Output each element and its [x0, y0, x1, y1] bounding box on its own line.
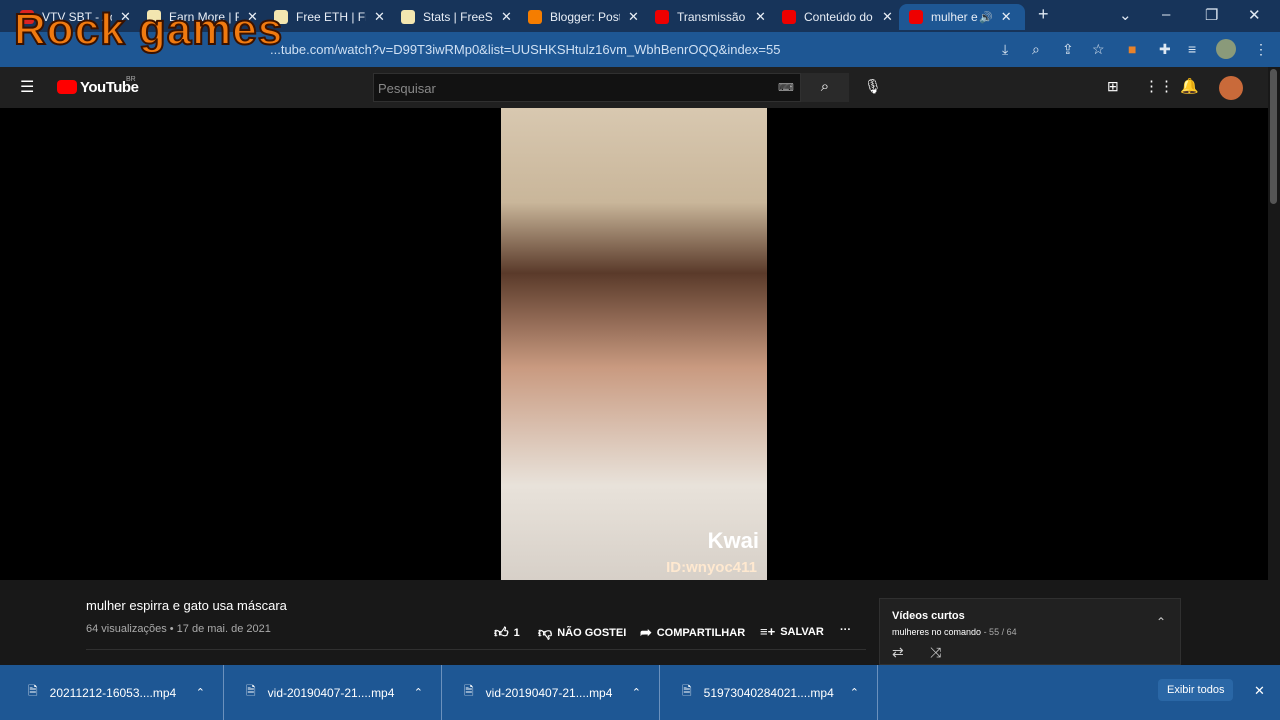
file-icon: 🗎	[464, 684, 474, 698]
tab-search-icon[interactable]: ⌄	[1119, 6, 1132, 24]
tab-title: Free ETH | Fr	[296, 10, 366, 24]
dislike-button[interactable]: 👎︎ NÃO GOSTEI	[538, 624, 626, 641]
download-item[interactable]: 🗎 51973040284021....mp4 ⌃	[660, 665, 878, 720]
minimize-button[interactable]: –	[1162, 6, 1170, 23]
file-icon: 🗎	[246, 684, 256, 698]
save-label: SALVAR	[780, 625, 824, 638]
more-actions-button[interactable]: ···	[840, 624, 851, 636]
tab-blogger[interactable]: Blogger: Post ✕	[518, 4, 639, 30]
download-filename: vid-20190407-21....mp4	[485, 685, 613, 700]
like-count: 1	[513, 626, 520, 639]
video-frame: Kwai ID:wnyoc411	[501, 108, 767, 580]
youtube-favicon-icon	[655, 10, 669, 24]
chevron-up-icon[interactable]: ⌃	[414, 686, 423, 699]
youtube-favicon-icon	[909, 10, 923, 24]
tab-title: Stats | FreeSh	[423, 10, 493, 24]
search-button[interactable]: ⌕	[801, 73, 849, 102]
chevron-up-icon[interactable]: ⌃	[196, 686, 205, 699]
tab-conteudo[interactable]: Conteúdo do ✕	[772, 4, 893, 30]
playlist-channel[interactable]: mulheres no comando	[892, 627, 981, 637]
like-button[interactable]: 👍︎ 1	[494, 624, 520, 641]
tab-stats[interactable]: Stats | FreeSh ✕	[391, 4, 512, 30]
share-icon[interactable]: ⇪	[1062, 41, 1074, 58]
region-label: BR	[126, 76, 136, 83]
download-item[interactable]: 🗎 vid-20190407-21....mp4 ⌃	[224, 665, 442, 720]
kwai-watermark: Kwai	[707, 528, 759, 553]
close-tab-icon[interactable]: ✕	[1001, 9, 1012, 25]
video-player[interactable]: Kwai ID:wnyoc411	[0, 108, 1268, 580]
thumbs-down-icon: 👎︎	[538, 624, 553, 640]
metamask-extension-icon[interactable]: ■	[1128, 41, 1136, 57]
reading-list-icon[interactable]: ≡	[1188, 41, 1196, 57]
notifications-bell-icon[interactable]: 🔔	[1180, 77, 1199, 95]
download-filename: 20211212-16053....mp4	[49, 685, 177, 700]
shuffle-icon[interactable]: ⤨	[930, 644, 941, 661]
create-video-icon[interactable]: ⊞	[1107, 78, 1119, 95]
kwai-id: ID:wnyoc411	[666, 559, 757, 576]
playlist-title[interactable]: Vídeos curtos	[892, 610, 965, 622]
search-input[interactable]: Pesquisar	[373, 73, 801, 102]
tab-title: Blogger: Post	[550, 10, 620, 24]
collapse-chevron-up-icon[interactable]: ⌃	[1156, 615, 1166, 629]
save-button[interactable]: ≡+ SALVAR	[760, 624, 824, 639]
downloads-bar: 🗎 20211212-16053....mp4 ⌃ 🗎 vid-20190407-21…	[0, 665, 1280, 720]
loop-icon[interactable]: ⇄	[892, 644, 904, 661]
install-icon[interactable]: ⤓	[1002, 41, 1008, 58]
dislike-label: NÃO GOSTEI	[557, 626, 627, 639]
youtube-favicon-icon	[782, 10, 796, 24]
playlist-panel: Vídeos curtos mulheres no comando - 55 /…	[879, 598, 1181, 665]
close-tab-icon[interactable]: ✕	[374, 9, 385, 25]
close-tab-icon[interactable]: ✕	[755, 9, 766, 25]
file-icon: 🗎	[28, 684, 38, 698]
download-item[interactable]: 🗎 20211212-16053....mp4 ⌃	[6, 665, 224, 720]
microphone-icon[interactable]: 🎙	[864, 78, 882, 95]
chevron-up-icon[interactable]: ⌃	[632, 686, 641, 699]
page-scrollbar[interactable]	[1268, 67, 1280, 665]
chevron-up-icon[interactable]: ⌃	[850, 686, 859, 699]
add-to-playlist-icon: ≡+	[760, 624, 776, 639]
video-meta: 64 visualizações • 17 de mai. de 2021	[86, 623, 271, 635]
download-item[interactable]: 🗎 vid-20190407-21....mp4 ⌃	[442, 665, 660, 720]
youtube-header: ☰ YouTube BR Pesquisar ⌨ ⌕ 🎙 ⊞ ⋮⋮ 🔔	[0, 67, 1268, 108]
divider	[86, 649, 866, 650]
share-button[interactable]: ➦ COMPARTILHAR	[640, 624, 745, 641]
search-icon: ⌕	[820, 78, 830, 95]
favicon-icon	[401, 10, 415, 24]
profile-avatar[interactable]	[1216, 39, 1236, 59]
tab-title: Transmissão	[677, 10, 746, 24]
download-filename: 51973040284021....mp4	[703, 685, 834, 700]
keyboard-icon[interactable]: ⌨	[778, 81, 794, 94]
tab-transmissao[interactable]: Transmissão ✕	[645, 4, 766, 30]
new-tab-button[interactable]: +	[1038, 4, 1049, 25]
share-label: COMPARTILHAR	[656, 626, 746, 639]
favicon-icon	[528, 10, 542, 24]
audio-playing-icon[interactable]: 🔊	[979, 11, 993, 24]
show-all-downloads-button[interactable]: Exibir todos	[1158, 679, 1234, 701]
account-avatar[interactable]	[1219, 76, 1243, 100]
rock-games-watermark-logo: Rock games	[13, 5, 284, 54]
download-filename: vid-20190407-21....mp4	[267, 685, 395, 700]
tab-title: mulher e	[931, 10, 978, 24]
youtube-logo-icon[interactable]	[57, 80, 77, 94]
zoom-icon[interactable]: ⌕	[1032, 41, 1040, 58]
close-downloads-bar-icon[interactable]: ✕	[1254, 683, 1265, 699]
share-arrow-icon: ➦	[640, 624, 652, 640]
close-tab-icon[interactable]: ✕	[882, 9, 893, 25]
hamburger-menu-icon[interactable]: ☰	[20, 77, 34, 97]
close-tab-icon[interactable]: ✕	[628, 9, 639, 25]
menu-kebab-icon[interactable]: ⋮	[1254, 41, 1268, 58]
video-title: mulher espirra e gato usa máscara	[86, 598, 287, 613]
close-window-button[interactable]: ✕	[1248, 6, 1261, 24]
thumbs-up-icon: 👍︎	[494, 624, 509, 640]
file-icon: 🗎	[682, 684, 692, 698]
close-tab-icon[interactable]: ✕	[501, 9, 512, 25]
restore-button[interactable]: ❐	[1205, 6, 1218, 24]
playlist-position: - 55 / 64	[981, 627, 1017, 637]
tab-mulher-active[interactable]: mulher e 🔊 ✕	[899, 4, 1025, 30]
tab-title: Conteúdo do	[804, 10, 873, 24]
extensions-puzzle-icon[interactable]: ✚	[1159, 41, 1171, 58]
scrollbar-thumb[interactable]	[1270, 69, 1277, 204]
bookmark-star-icon[interactable]: ☆	[1092, 41, 1105, 58]
apps-grid-icon[interactable]: ⋮⋮	[1144, 77, 1174, 95]
